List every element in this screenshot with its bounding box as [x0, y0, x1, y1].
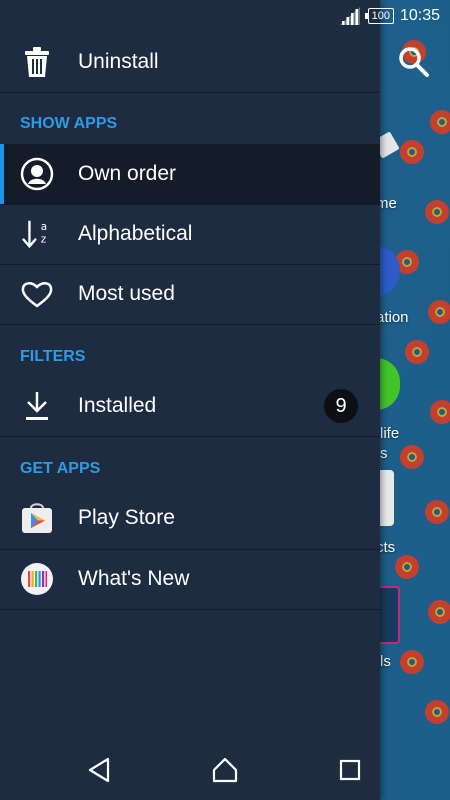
clock: 10:35 [399, 7, 440, 24]
home-icon[interactable] [209, 754, 241, 786]
uninstall-item[interactable]: Uninstall [0, 32, 380, 92]
own-order-label: Own order [78, 162, 177, 185]
back-icon[interactable] [84, 754, 116, 786]
whats-new-item[interactable]: What's New [0, 550, 380, 608]
donut-pattern [421, 496, 450, 528]
navigation-drawer: Uninstall SHOW APPS Own order a z Alphab… [0, 0, 380, 800]
svg-text:a: a [41, 221, 47, 233]
own-order-item[interactable]: Own order [0, 144, 380, 204]
recents-icon[interactable] [334, 754, 366, 786]
donut-pattern [424, 296, 450, 328]
battery-indicator: 100 [364, 8, 394, 24]
alphabetical-label: Alphabetical [78, 222, 193, 245]
divider [0, 436, 380, 437]
person-circle-icon [20, 157, 54, 191]
app-label: ation [376, 309, 409, 326]
divider [0, 609, 380, 610]
svg-text:z: z [41, 234, 46, 246]
app-label: life [380, 425, 400, 442]
play-store-item[interactable]: Play Store [0, 488, 380, 548]
donut-pattern [424, 596, 450, 628]
signal-icon [339, 7, 360, 25]
most-used-item[interactable]: Most used [0, 265, 380, 323]
donut-pattern [391, 551, 423, 583]
whats-new-icon [20, 562, 54, 596]
search-icon[interactable] [396, 44, 430, 78]
app-label: s [380, 445, 388, 462]
section-header-show-apps: SHOW APPS [20, 115, 118, 132]
donut-pattern [401, 336, 433, 368]
selected-indicator [0, 144, 4, 204]
alphabetical-item[interactable]: a z Alphabetical [0, 205, 380, 263]
uninstall-label: Uninstall [78, 50, 159, 73]
installed-count-badge: 9 [324, 389, 358, 423]
divider [0, 92, 380, 93]
donut-pattern [396, 646, 428, 678]
whats-new-label: What's New [78, 567, 190, 590]
trash-icon [20, 45, 54, 79]
donut-pattern [426, 106, 450, 138]
installed-item[interactable]: Installed 9 [0, 376, 380, 436]
divider [0, 324, 380, 325]
app-label: ls [380, 653, 391, 670]
play-store-label: Play Store [78, 506, 175, 529]
heart-icon [20, 277, 54, 311]
donut-pattern [421, 696, 450, 728]
section-header-filters: FILTERS [20, 348, 86, 365]
status-bar: 100 10:35 [0, 0, 450, 32]
most-used-label: Most used [78, 282, 175, 305]
download-icon [20, 389, 54, 423]
donut-pattern [396, 441, 428, 473]
play-store-icon [20, 501, 54, 535]
donut-pattern [426, 396, 450, 428]
donut-pattern [421, 196, 450, 228]
section-header-get-apps: GET APPS [20, 460, 101, 477]
installed-label: Installed [78, 394, 157, 417]
donut-pattern [396, 136, 428, 168]
navigation-bar [0, 740, 450, 800]
sort-az-icon: a z [20, 217, 54, 251]
